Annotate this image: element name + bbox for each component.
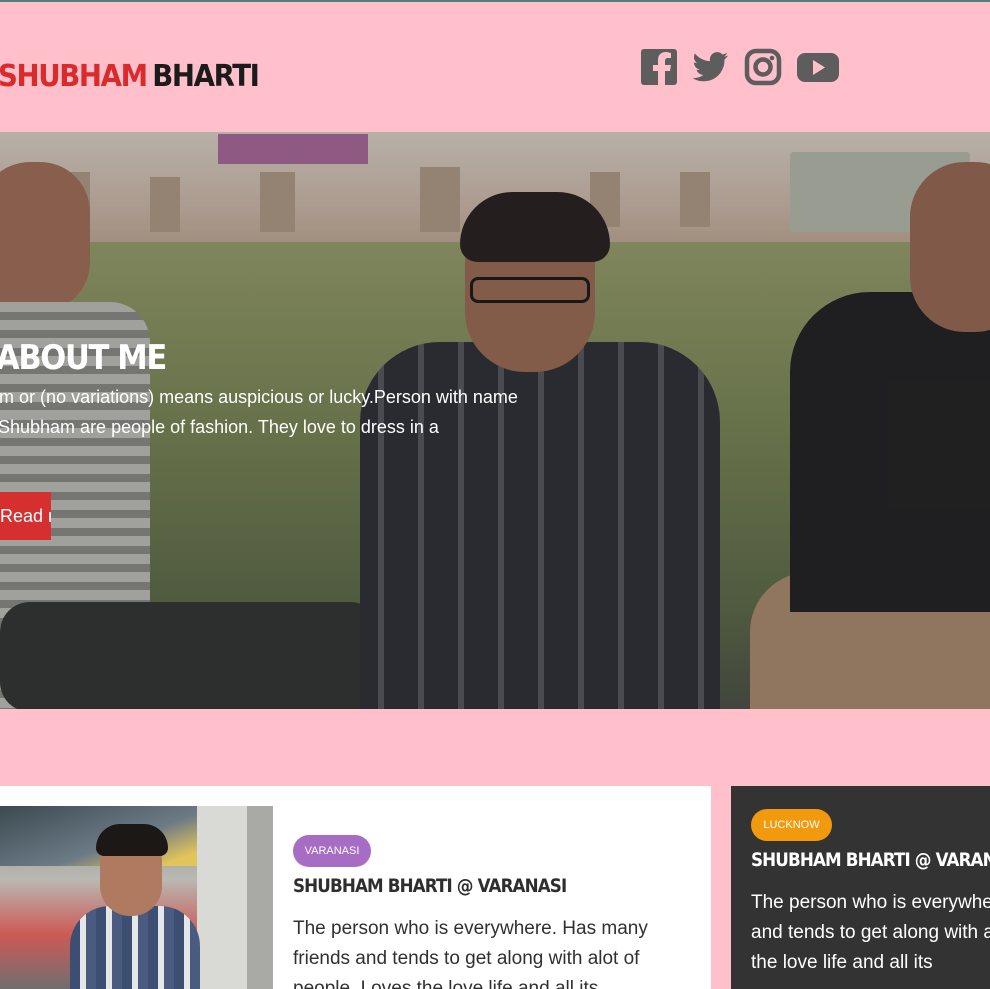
twitter-icon xyxy=(692,52,729,82)
about-text: Shubham or (no variations) means auspici… xyxy=(0,387,518,437)
logo-first-name: SHUBHAM xyxy=(0,59,148,94)
post-title[interactable]: SHUBHAM BHARTI @ VARANASI xyxy=(293,875,567,897)
post-excerpt: The person who is everywhere. Has many f… xyxy=(751,892,990,973)
category-badge[interactable]: LUCKNOW xyxy=(751,809,832,841)
logo-last-name: BHARTI xyxy=(152,59,260,94)
facebook-link[interactable] xyxy=(640,46,678,86)
hero-section: ABOUT ME Shubham or (no variations) mean… xyxy=(0,132,990,709)
youtube-link[interactable] xyxy=(796,46,840,86)
site-logo[interactable]: SHUBHAM BHARTI xyxy=(0,57,260,97)
post-card-varanasi[interactable]: VARANASI SHUBHAM BHARTI @ VARANASI The p… xyxy=(0,786,711,989)
post-title[interactable]: SHUBHAM BHARTI @ VARANASI xyxy=(751,849,990,871)
facebook-icon xyxy=(641,49,677,85)
about-title: ABOUT ME xyxy=(0,338,167,378)
site-header: SHUBHAM BHARTI xyxy=(0,2,990,132)
post-card-lucknow[interactable]: LUCKNOW SHUBHAM BHARTI @ VARANASI The pe… xyxy=(731,786,990,989)
instagram-icon xyxy=(744,48,782,86)
social-links xyxy=(640,46,840,86)
post-excerpt: The person who is everywhere. Has many f… xyxy=(293,918,648,989)
read-more-button[interactable]: Read more xyxy=(0,492,51,540)
category-badge[interactable]: VARANASI xyxy=(293,835,371,867)
instagram-link[interactable] xyxy=(744,46,782,86)
youtube-icon xyxy=(797,53,839,82)
post-photo[interactable] xyxy=(0,806,273,989)
twitter-link[interactable] xyxy=(692,46,730,86)
